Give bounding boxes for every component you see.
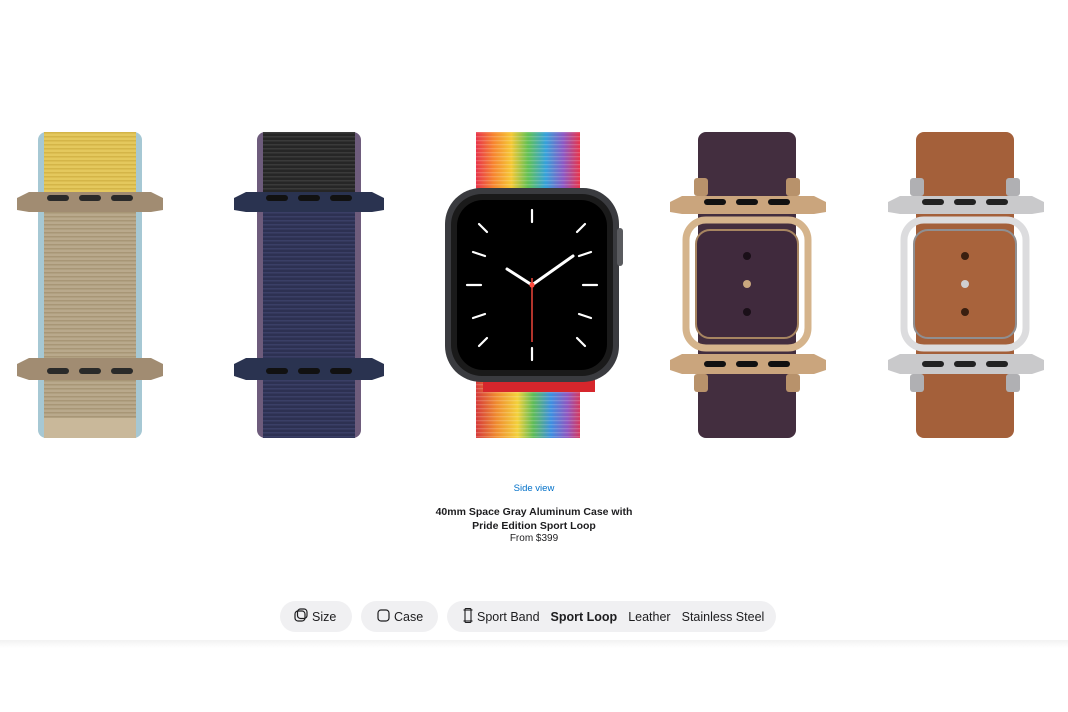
band-type-sport-loop[interactable]: Sport Loop <box>551 610 618 624</box>
size-button[interactable]: Size <box>280 601 352 632</box>
product-title-line2: Pride Edition Sport Loop <box>472 520 596 532</box>
toolbar-divider <box>0 640 1068 648</box>
product-title-line1: 40mm Space Gray Aluminum Case with <box>435 506 633 518</box>
size-icon <box>294 608 308 625</box>
band-type-stainless-steel[interactable]: Stainless Steel <box>682 610 765 624</box>
product-price: From $399 <box>509 533 559 544</box>
band-type-sport-band[interactable]: Sport Band <box>477 610 540 624</box>
band-tan-image <box>17 132 163 438</box>
band-tan-sport-loop[interactable] <box>11 132 171 438</box>
band-saddle-brown-modern-buckle[interactable] <box>886 132 1046 438</box>
band-deep-violet-image <box>670 132 826 438</box>
case-label: Case <box>394 609 424 624</box>
product-title: 40mm Space Gray Aluminum Case with Pride… <box>0 505 1068 533</box>
watch-studio: Side view 40mm Space Gray Aluminum Case … <box>0 0 1068 712</box>
band-type-leather[interactable]: Leather <box>628 610 670 624</box>
band-midnight-blue-sport-loop[interactable] <box>230 132 390 438</box>
case-icon <box>377 608 390 625</box>
watch-pride-image <box>445 132 623 438</box>
band-icon <box>463 607 473 626</box>
band-deep-violet-modern-buckle[interactable] <box>668 132 828 438</box>
watch-pride-edition-sport-loop[interactable] <box>443 132 623 438</box>
side-view-link[interactable]: Side view <box>0 483 1068 494</box>
case-button[interactable]: Case <box>361 601 438 632</box>
band-type-selector: Sport Band Sport Loop Leather Stainless … <box>447 601 776 632</box>
band-saddle-brown-image <box>888 132 1044 438</box>
size-label: Size <box>312 609 337 624</box>
band-midnight-blue-image <box>234 132 384 438</box>
